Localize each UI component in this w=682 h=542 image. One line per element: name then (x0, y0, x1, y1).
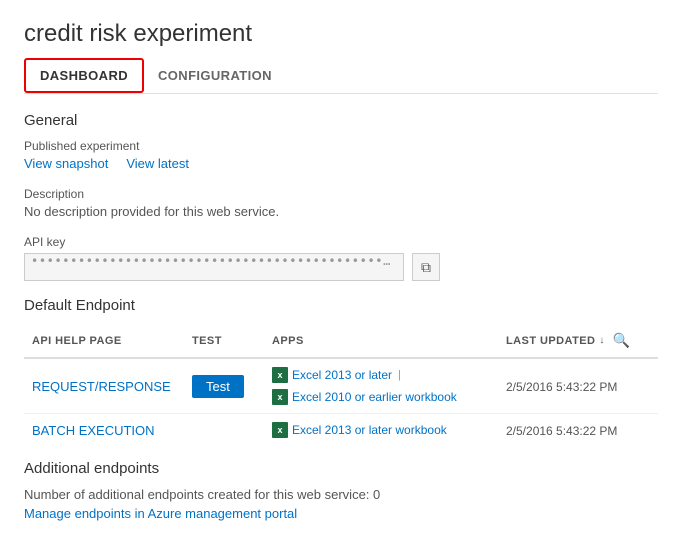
table-row: BATCH EXECUTION x Excel 2013 or later wo… (24, 414, 658, 447)
test-cell-2 (184, 414, 264, 447)
col-header-api-help: API HELP PAGE (24, 324, 184, 358)
api-help-cell-2: BATCH EXECUTION (24, 414, 184, 447)
tab-configuration[interactable]: CONFIGURATION (144, 60, 286, 91)
table-row: REQUEST/RESPONSE Test x Excel 2013 or la… (24, 358, 658, 414)
col-header-last-updated[interactable]: LAST UPDATED ↓ 🔍 (498, 324, 658, 358)
apps-cell-1: x Excel 2013 or later | x Excel 2010 or … (264, 358, 498, 414)
test-cell-1: Test (184, 358, 264, 414)
updated-cell-1: 2/5/2016 5:43:22 PM (498, 358, 658, 414)
additional-endpoints-count: Number of additional endpoints created f… (24, 487, 658, 502)
excel-icon-1: x (272, 367, 288, 383)
api-key-value: ••••••••••••••••••••••••••••••••••••••••… (24, 253, 404, 281)
description-group: Description No description provided for … (24, 187, 658, 219)
api-help-cell-1: REQUEST/RESPONSE (24, 358, 184, 414)
timestamp-2: 2/5/2016 5:43:22 PM (506, 424, 617, 438)
apps-cell-2: x Excel 2013 or later workbook (264, 414, 498, 447)
tab-bar: DASHBOARD CONFIGURATION (24, 58, 658, 94)
apps-separator: | (398, 369, 401, 381)
endpoint-table: API HELP PAGE TEST APPS LAST UPDATED ↓ 🔍… (24, 324, 658, 446)
tab-dashboard[interactable]: DASHBOARD (24, 58, 144, 93)
default-endpoint-section: Default Endpoint API HELP PAGE TEST APPS… (24, 297, 658, 446)
description-label: Description (24, 187, 658, 201)
api-key-group: API key ••••••••••••••••••••••••••••••••… (24, 235, 658, 281)
general-section: General Published experiment View snapsh… (24, 112, 658, 281)
view-latest-link[interactable]: View latest (126, 156, 189, 171)
excel-2013-link-2[interactable]: x Excel 2013 or later workbook (272, 422, 447, 438)
excel-2013-label-1: Excel 2013 or later (292, 368, 392, 382)
api-key-label: API key (24, 235, 658, 249)
published-experiment-group: Published experiment View snapshot View … (24, 139, 658, 171)
general-label: General (24, 112, 658, 129)
published-experiment-label: Published experiment (24, 139, 658, 153)
excel-2013-label-2: Excel 2013 or later workbook (292, 423, 447, 437)
updated-cell-2: 2/5/2016 5:43:22 PM (498, 414, 658, 447)
table-header-row: API HELP PAGE TEST APPS LAST UPDATED ↓ 🔍 (24, 324, 658, 358)
view-snapshot-link[interactable]: View snapshot (24, 156, 108, 171)
default-endpoint-label: Default Endpoint (24, 297, 658, 314)
sort-arrow-icon: ↓ (599, 335, 604, 346)
description-text: No description provided for this web ser… (24, 204, 658, 219)
excel-icon-2: x (272, 389, 288, 405)
last-updated-label: LAST UPDATED (506, 335, 595, 347)
published-links: View snapshot View latest (24, 156, 658, 171)
manage-endpoints-link[interactable]: Manage endpoints in Azure management por… (24, 506, 297, 521)
excel-2010-label: Excel 2010 or earlier workbook (292, 390, 457, 404)
page-title: credit risk experiment (24, 20, 658, 48)
batch-execution-link[interactable]: BATCH EXECUTION (32, 423, 155, 438)
copy-api-key-button[interactable]: ⧉ (412, 253, 440, 281)
test-button-1[interactable]: Test (192, 375, 244, 398)
additional-endpoints-section: Additional endpoints Number of additiona… (24, 460, 658, 521)
excel-2010-link[interactable]: x Excel 2010 or earlier workbook (272, 389, 457, 405)
request-response-link[interactable]: REQUEST/RESPONSE (32, 379, 171, 394)
search-button[interactable]: 🔍 (609, 330, 634, 351)
col-header-apps: APPS (264, 324, 498, 358)
timestamp-1: 2/5/2016 5:43:22 PM (506, 380, 617, 394)
col-header-test: TEST (184, 324, 264, 358)
api-key-row: ••••••••••••••••••••••••••••••••••••••••… (24, 253, 658, 281)
additional-endpoints-label: Additional endpoints (24, 460, 658, 477)
copy-icon: ⧉ (421, 259, 431, 276)
excel-icon-3: x (272, 422, 288, 438)
excel-2013-link-1[interactable]: x Excel 2013 or later (272, 367, 392, 383)
